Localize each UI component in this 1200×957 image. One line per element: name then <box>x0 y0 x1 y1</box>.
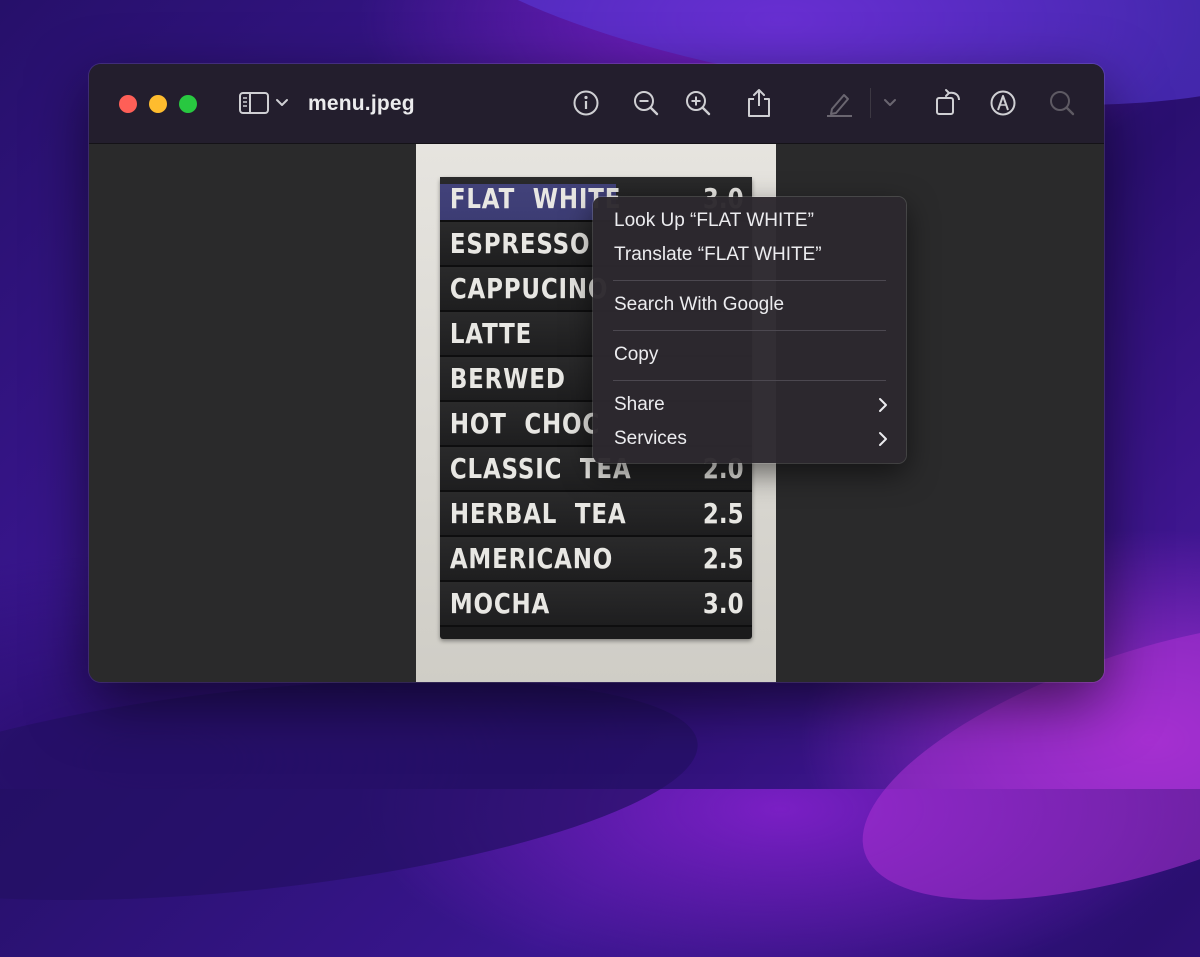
minimize-window-button[interactable] <box>149 95 167 113</box>
context-menu: Look Up “FLAT WHITE” Translate “FLAT WHI… <box>593 197 906 463</box>
sidebar-icon <box>239 92 269 114</box>
menu-separator <box>613 380 886 381</box>
menu-separator <box>613 330 886 331</box>
menu-item-copy[interactable]: Copy <box>593 338 906 372</box>
share-button[interactable] <box>743 87 775 119</box>
info-icon <box>573 90 599 116</box>
share-icon <box>748 89 770 117</box>
zoom-out-button[interactable] <box>630 87 662 119</box>
menu-board-row: HERBAL TEA 2.5 <box>440 492 752 537</box>
search-icon <box>1050 91 1075 116</box>
menu-item-search-google[interactable]: Search With Google <box>593 288 906 322</box>
menu-board-row: AMERICANO 2.5 <box>440 537 752 582</box>
chevron-right-icon <box>878 422 888 456</box>
menu-item-name: CAPPUCINO <box>449 272 609 305</box>
menu-item-name: BERWED <box>449 362 566 395</box>
menu-item-look-up[interactable]: Look Up “FLAT WHITE” <box>593 204 906 238</box>
menu-item-services-label: Services <box>614 428 687 449</box>
markup-icon <box>990 90 1016 116</box>
search-button[interactable] <box>1046 87 1078 119</box>
sidebar-toggle-button[interactable] <box>235 87 273 119</box>
zoom-out-icon <box>634 91 659 116</box>
menu-item-name: HOT CHOC <box>449 407 601 440</box>
menu-item-services[interactable]: Services <box>593 422 906 456</box>
close-window-button[interactable] <box>119 95 137 113</box>
window-title: menu.jpeg <box>308 92 415 115</box>
wallpaper-wave <box>0 643 708 937</box>
highlight-icon <box>827 94 852 117</box>
toolbar-divider <box>870 88 871 118</box>
menu-item-price: 2.5 <box>703 497 744 530</box>
sidebar-options-button[interactable] <box>273 87 291 119</box>
maximize-window-button[interactable] <box>179 95 197 113</box>
menu-board-row: MOCHA 3.0 <box>440 582 752 627</box>
highlight-button[interactable] <box>823 87 855 119</box>
menu-item-name: ESPRESSO <box>449 227 591 260</box>
menu-item-price: 3.0 <box>703 587 744 620</box>
rotate-icon <box>936 89 960 115</box>
menu-separator <box>613 280 886 281</box>
menu-item-name: LATTE <box>449 317 533 350</box>
window-toolbar: menu.jpeg <box>89 64 1104 144</box>
inspector-button[interactable] <box>570 87 602 119</box>
chevron-down-icon <box>276 99 288 106</box>
menu-item-name: MOCHA <box>449 587 551 620</box>
rotate-button[interactable] <box>932 87 964 119</box>
markup-button[interactable] <box>987 87 1019 119</box>
menu-item-translate[interactable]: Translate “FLAT WHITE” <box>593 238 906 272</box>
menu-item-price: 2.5 <box>703 542 744 575</box>
menu-item-share[interactable]: Share <box>593 388 906 422</box>
menu-item-name: HERBAL TEA <box>449 497 627 530</box>
chevron-right-icon <box>878 388 888 422</box>
highlight-options-button[interactable] <box>877 87 903 119</box>
zoom-in-button[interactable] <box>682 87 714 119</box>
menu-item-name: AMERICANO <box>449 542 614 575</box>
menu-item-share-label: Share <box>614 394 665 415</box>
chevron-down-icon <box>884 99 896 106</box>
zoom-in-icon <box>686 91 711 116</box>
